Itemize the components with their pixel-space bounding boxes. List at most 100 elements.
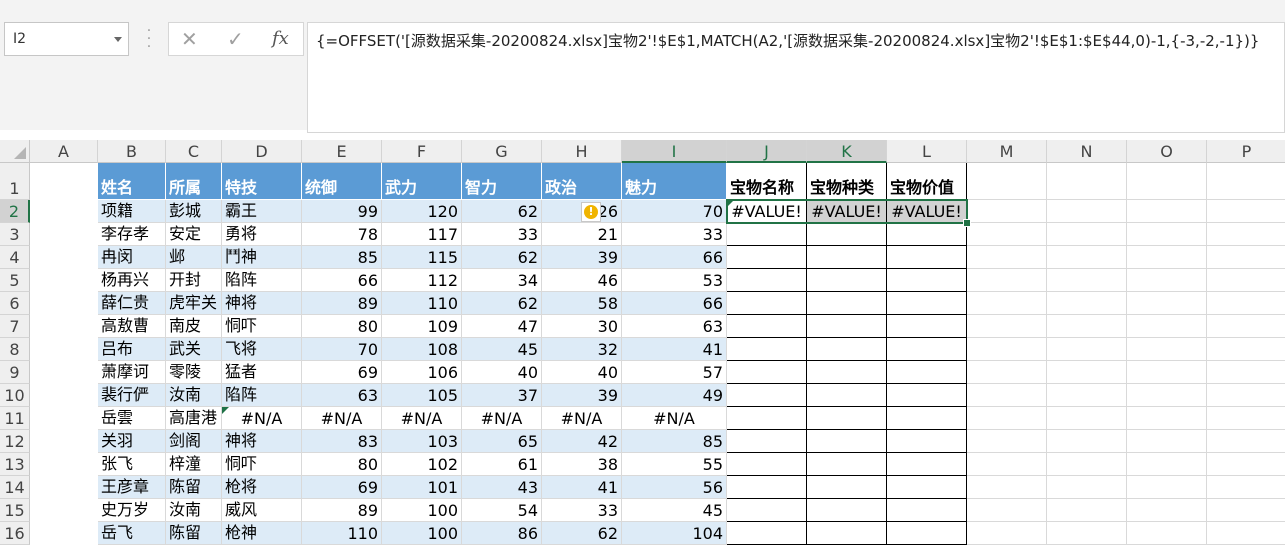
cell-n15[interactable] (1127, 499, 1207, 522)
column-header-j[interactable]: J (727, 140, 807, 163)
cell-d12[interactable]: 83 (302, 430, 382, 453)
cell-n3[interactable] (1127, 223, 1207, 246)
cell-b12[interactable]: 剑阁 (166, 430, 222, 453)
cell-c6[interactable]: 神将 (222, 292, 302, 315)
cell-b6[interactable]: 虎牢关 (166, 292, 222, 315)
cell-c12[interactable]: 神将 (222, 430, 302, 453)
cell-h4[interactable]: 66 (622, 246, 727, 269)
cell-k5[interactable] (887, 269, 967, 292)
column-header-k[interactable]: K (807, 140, 887, 163)
cell-i14[interactable] (727, 476, 807, 499)
cell-e13[interactable]: 102 (382, 453, 462, 476)
cell-m12[interactable] (1047, 430, 1127, 453)
cell-d14[interactable]: 69 (302, 476, 382, 499)
cell-n16[interactable] (1127, 522, 1207, 545)
cell-f16[interactable]: 86 (462, 522, 542, 545)
cell-f10[interactable]: 37 (462, 384, 542, 407)
cell-f12[interactable]: 65 (462, 430, 542, 453)
cell-l14[interactable] (967, 476, 1047, 499)
cell-a6[interactable]: 薛仁贵 (98, 292, 166, 315)
cell-o7[interactable] (1207, 315, 1285, 338)
cell-l7[interactable] (967, 315, 1047, 338)
cell-l4[interactable] (967, 246, 1047, 269)
cell-i16[interactable] (727, 522, 807, 545)
chevron-down-icon[interactable] (114, 37, 122, 42)
cell-a10[interactable]: 裴行俨 (98, 384, 166, 407)
row-header-8[interactable]: 8 (0, 338, 30, 361)
cell-l9[interactable] (967, 361, 1047, 384)
cell-d4[interactable]: 85 (302, 246, 382, 269)
cell-k4[interactable] (887, 246, 967, 269)
cell-i15[interactable] (727, 499, 807, 522)
cell-l13[interactable] (967, 453, 1047, 476)
cell-h1[interactable]: 魅力 (622, 163, 727, 200)
cell-o1[interactable] (1207, 163, 1285, 200)
cell-f6[interactable]: 62 (462, 292, 542, 315)
formula-input[interactable]: {=OFFSET('[源数据采集-20200824.xlsx]宝物2'!$E$1… (307, 22, 1285, 133)
column-header-f[interactable]: F (382, 140, 462, 163)
cell-e2[interactable]: 120 (382, 200, 462, 223)
cell-e9[interactable]: 106 (382, 361, 462, 384)
cell-h15[interactable]: 45 (622, 499, 727, 522)
cell-e5[interactable]: 112 (382, 269, 462, 292)
cell-h16[interactable]: 104 (622, 522, 727, 545)
cell-m10[interactable] (1047, 384, 1127, 407)
drag-handle-icon[interactable]: · · · (146, 24, 152, 54)
cell-b13[interactable]: 梓潼 (166, 453, 222, 476)
cell-h8[interactable]: 41 (622, 338, 727, 361)
cell-m15[interactable] (1047, 499, 1127, 522)
cell-h11[interactable]: #N/A (622, 407, 727, 430)
cell-c15[interactable]: 威风 (222, 499, 302, 522)
cell-m1[interactable] (1047, 163, 1127, 200)
cell-i10[interactable] (727, 384, 807, 407)
cell-d8[interactable]: 70 (302, 338, 382, 361)
cell-j3[interactable] (807, 223, 887, 246)
insert-function-icon[interactable]: fx (272, 28, 289, 49)
cell-j15[interactable] (807, 499, 887, 522)
cell-l15[interactable] (967, 499, 1047, 522)
cell-l12[interactable] (967, 430, 1047, 453)
row-header-16[interactable]: 16 (0, 522, 30, 545)
cell-a5[interactable]: 杨再兴 (98, 269, 166, 292)
column-header-d[interactable]: D (222, 140, 302, 163)
cell-d9[interactable]: 69 (302, 361, 382, 384)
cell-n9[interactable] (1127, 361, 1207, 384)
cell-j11[interactable] (807, 407, 887, 430)
cell-g8[interactable]: 32 (542, 338, 622, 361)
cell-n7[interactable] (1127, 315, 1207, 338)
cell-k10[interactable] (887, 384, 967, 407)
cell-k15[interactable] (887, 499, 967, 522)
cell-e1[interactable]: 武力 (382, 163, 462, 200)
cell-c14[interactable]: 枪将 (222, 476, 302, 499)
cell-e16[interactable]: 100 (382, 522, 462, 545)
cell-e11[interactable]: #N/A (382, 407, 462, 430)
cell-i4[interactable] (727, 246, 807, 269)
cell-j6[interactable] (807, 292, 887, 315)
cell-n8[interactable] (1127, 338, 1207, 361)
cell-b4[interactable]: 邺 (166, 246, 222, 269)
cell-g3[interactable]: 21 (542, 223, 622, 246)
cell-f14[interactable]: 43 (462, 476, 542, 499)
cell-k3[interactable] (887, 223, 967, 246)
cell-g14[interactable]: 41 (542, 476, 622, 499)
cell-n5[interactable] (1127, 269, 1207, 292)
cell-b7[interactable]: 南皮 (166, 315, 222, 338)
cell-d15[interactable]: 89 (302, 499, 382, 522)
cell-b5[interactable]: 开封 (166, 269, 222, 292)
cell-a16[interactable]: 岳飞 (98, 522, 166, 545)
cell-a4[interactable]: 冉闵 (98, 246, 166, 269)
cell-i8[interactable] (727, 338, 807, 361)
cell-k6[interactable] (887, 292, 967, 315)
cell-m8[interactable] (1047, 338, 1127, 361)
cell-l5[interactable] (967, 269, 1047, 292)
cell-k11[interactable] (887, 407, 967, 430)
cell-g11[interactable]: #N/A (542, 407, 622, 430)
cell-f5[interactable]: 34 (462, 269, 542, 292)
cell-m9[interactable] (1047, 361, 1127, 384)
cell-m13[interactable] (1047, 453, 1127, 476)
cell-j8[interactable] (807, 338, 887, 361)
cell-k7[interactable] (887, 315, 967, 338)
cell-h12[interactable]: 85 (622, 430, 727, 453)
cell-c3[interactable]: 勇将 (222, 223, 302, 246)
cell-f8[interactable]: 45 (462, 338, 542, 361)
